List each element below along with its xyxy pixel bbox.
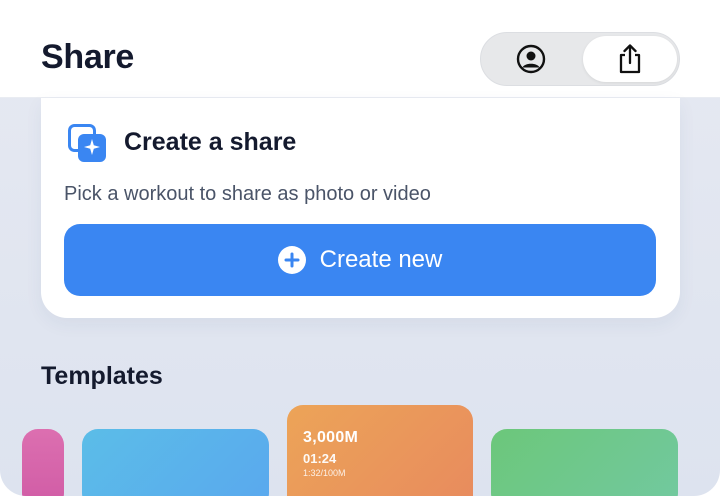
template-time: 01:24	[303, 451, 337, 466]
template-card-orange[interactable]: 3,000M 01:24 1:32/100M	[287, 405, 473, 496]
template-card-green[interactable]	[491, 429, 678, 496]
template-card-blue[interactable]	[82, 429, 269, 496]
header: Share	[0, 0, 720, 98]
share-icon	[619, 44, 641, 74]
card-subtitle: Pick a workout to share as photo or vide…	[64, 183, 431, 205]
share-segment-button[interactable]	[583, 36, 677, 82]
plus-circle-icon	[277, 246, 306, 274]
segmented-control	[480, 32, 680, 86]
app-screen: Share Create a share Pick a workout to s…	[0, 0, 720, 496]
create-new-button[interactable]: Create new	[64, 224, 656, 296]
create-new-label: Create new	[319, 246, 443, 273]
card-title: Create a share	[124, 128, 297, 156]
templates-heading: Templates	[41, 362, 163, 390]
page-title: Share	[41, 38, 134, 76]
profile-segment-button[interactable]	[484, 36, 578, 82]
template-pace: 1:32/100M	[303, 468, 346, 478]
profile-icon	[516, 44, 546, 74]
template-distance: 3,000M	[303, 429, 359, 446]
sparkle-stack-icon	[68, 124, 106, 162]
create-share-card: Create a share Pick a workout to share a…	[41, 98, 680, 318]
template-card-pink[interactable]	[22, 429, 64, 496]
